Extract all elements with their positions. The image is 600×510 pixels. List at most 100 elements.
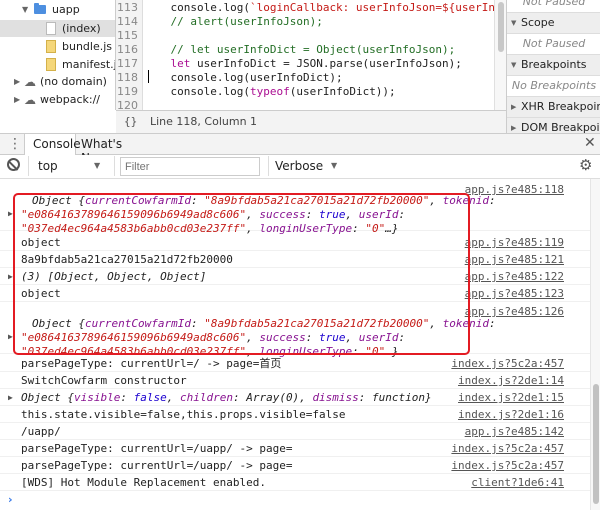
- xhr-breakpoints-section-header[interactable]: ▶ XHR Breakpoints: [507, 97, 600, 118]
- js-file-icon: [46, 58, 56, 71]
- log-level-label: Verbose: [275, 159, 324, 173]
- tree-item-manifest[interactable]: manifest.json: [0, 56, 115, 73]
- code-line[interactable]: console.log(`loginCallback: userInfoJson…: [144, 1, 494, 15]
- console-message[interactable]: parsePageType: currentUrl=/ -> page=首页 i…: [0, 355, 590, 372]
- drawer-tab-bar: ⋮ Console What's New ✕: [0, 133, 600, 165]
- expand-arrow-icon[interactable]: ▶: [8, 209, 13, 218]
- console-message[interactable]: parsePageType: currentUrl=/uapp/ -> page…: [0, 440, 590, 457]
- console-message[interactable]: 8a9bfdab5a21ca27015a21d72fb20000 app.js?…: [0, 251, 590, 268]
- line-number[interactable]: 117: [117, 57, 138, 71]
- source-link[interactable]: index.js?2de1:16: [458, 407, 564, 422]
- tree-item-label: manifest.json: [62, 58, 115, 71]
- console-scrollbar[interactable]: [590, 179, 600, 510]
- tree-item-label: bundle.js: [62, 40, 113, 53]
- code-line[interactable]: console.log(typeof(userInfoDict));: [144, 85, 395, 99]
- code-line[interactable]: [144, 29, 151, 43]
- cloud-icon: ☁: [24, 93, 36, 107]
- cursor-position-label: Line 118, Column 1: [150, 115, 258, 128]
- source-link[interactable]: index.js?2de1:15: [458, 390, 564, 405]
- line-number[interactable]: 113: [117, 1, 138, 15]
- close-drawer-icon[interactable]: ✕: [584, 135, 596, 151]
- dropdown-arrow-icon: ▼: [94, 161, 101, 170]
- tab-console[interactable]: Console: [24, 134, 81, 155]
- scope-status: Not Paused: [507, 34, 600, 55]
- line-number[interactable]: 116: [117, 43, 138, 57]
- console-message-array[interactable]: ▶ (3) [Object, Object, Object] app.js?e4…: [0, 268, 590, 285]
- console-prompt[interactable]: ›: [0, 492, 590, 509]
- source-link[interactable]: app.js?e485:123: [465, 286, 564, 301]
- console-output[interactable]: app.js?e485:118 ▶ Object {currentCowfarm…: [0, 179, 590, 510]
- console-message[interactable]: [WDS] Hot Module Replacement enabled. cl…: [0, 474, 590, 491]
- context-selector[interactable]: top ▼: [33, 157, 108, 176]
- collapse-arrow-icon: ▶: [511, 124, 517, 132]
- tree-item-no-domain[interactable]: ▶ ☁ (no domain): [0, 73, 115, 90]
- console-message[interactable]: object app.js?e485:119: [0, 234, 590, 251]
- tab-whats-new[interactable]: What's New: [77, 134, 141, 165]
- code-editor[interactable]: console.log(`loginCallback: userInfoJson…: [144, 0, 494, 110]
- filter-input[interactable]: [120, 157, 260, 176]
- js-file-icon: [46, 40, 56, 53]
- log-text: Object {visible: false, children: Array(…: [21, 391, 432, 404]
- object-preview-line: Object {currentCowfarmId: "8a9bfdab5a21c…: [32, 317, 496, 330]
- dom-breakpoints-section-header[interactable]: ▶ DOM Breakpoints: [507, 118, 600, 133]
- tree-item-label: (no domain): [40, 75, 107, 88]
- line-number[interactable]: 119: [117, 85, 138, 99]
- scope-section-header[interactable]: ▼ Scope: [507, 13, 600, 34]
- code-line[interactable]: // let userInfoDict = Object(userInfoJso…: [144, 43, 456, 57]
- editor-status-bar: {} Line 118, Column 1: [116, 110, 506, 133]
- console-message[interactable]: /uapp/ app.js?e485:142: [0, 423, 590, 440]
- log-level-selector[interactable]: Verbose ▼: [272, 157, 347, 176]
- tree-item-webpack[interactable]: ▶ ☁ webpack://: [0, 91, 115, 108]
- console-message[interactable]: this.state.visible=false,this.props.visi…: [0, 406, 590, 423]
- tree-item-uapp[interactable]: ▼ uapp: [0, 1, 115, 18]
- clear-console-icon[interactable]: [7, 158, 20, 171]
- log-text: (3) [Object, Object, Object]: [21, 270, 207, 283]
- collapsed-arrow-icon[interactable]: ▶: [14, 73, 20, 90]
- source-link[interactable]: index.js?5c2a:457: [451, 356, 564, 371]
- collapsed-arrow-icon[interactable]: ▶: [14, 91, 20, 108]
- tree-item-label: uapp: [52, 3, 80, 16]
- log-text: parsePageType: currentUrl=/ -> page=首页: [21, 357, 282, 370]
- expanded-arrow-icon[interactable]: ▼: [22, 1, 28, 18]
- console-message-object[interactable]: app.js?e485:126 ▶ Object {currentCowfarm…: [0, 302, 590, 358]
- line-number-gutter[interactable]: 113 114 115 116 117 118 119 120: [116, 0, 143, 112]
- expand-arrow-icon[interactable]: ▶: [8, 272, 13, 281]
- source-link[interactable]: index.js?5c2a:457: [451, 441, 564, 456]
- code-line[interactable]: console.log(userInfoDict);: [144, 71, 342, 85]
- cloud-icon: ☁: [24, 75, 36, 89]
- object-preview-line: "e0864163789646159096b6949ad8c606", succ…: [21, 208, 406, 221]
- expand-arrow-icon[interactable]: ▶: [8, 332, 13, 341]
- file-tree: ▼ uapp (index) bundle.js manifest.json ▶…: [0, 0, 116, 110]
- scrollbar-thumb[interactable]: [593, 384, 599, 504]
- tree-item-bundle[interactable]: bundle.js: [0, 38, 115, 55]
- source-link[interactable]: index.js?5c2a:457: [451, 458, 564, 473]
- settings-gear-icon[interactable]: ⚙: [579, 156, 592, 174]
- source-link[interactable]: index.js?2de1:14: [458, 373, 564, 388]
- source-link[interactable]: app.js?e485:142: [465, 424, 564, 439]
- code-line[interactable]: let userInfoDict = JSON.parse(userInfoJs…: [144, 57, 462, 71]
- source-link[interactable]: app.js?e485:119: [465, 235, 564, 250]
- console-message[interactable]: SwitchCowfarm constructor index.js?2de1:…: [0, 372, 590, 389]
- code-line[interactable]: [144, 99, 151, 110]
- breakpoints-section-header[interactable]: ▼ Breakpoints: [507, 55, 600, 76]
- line-number[interactable]: 118: [117, 71, 138, 85]
- expand-arrow-icon[interactable]: ▶: [8, 393, 13, 402]
- tree-item-index[interactable]: (index): [0, 20, 115, 37]
- drawer-menu-icon[interactable]: ⋮: [8, 136, 22, 152]
- source-link[interactable]: client?1de6:41: [471, 475, 564, 490]
- line-number[interactable]: 114: [117, 15, 138, 29]
- editor-scrollbar[interactable]: [494, 0, 506, 110]
- console-message-object[interactable]: app.js?e485:118 ▶ Object {currentCowfarm…: [0, 179, 590, 235]
- log-text: 8a9bfdab5a21ca27015a21d72fb20000: [21, 253, 233, 266]
- pretty-print-button[interactable]: {}: [124, 115, 137, 128]
- source-link[interactable]: app.js?e485:121: [465, 252, 564, 267]
- scrollbar-thumb[interactable]: [498, 2, 504, 52]
- console-message[interactable]: object app.js?e485:123: [0, 285, 590, 302]
- console-message-object[interactable]: ▶ Object {visible: false, children: Arra…: [0, 389, 590, 406]
- console-message[interactable]: parsePageType: currentUrl=/uapp/ -> page…: [0, 457, 590, 474]
- source-link[interactable]: app.js?e485:122: [465, 269, 564, 284]
- file-icon: [46, 22, 56, 35]
- code-line[interactable]: // alert(userInfoJson);: [144, 15, 323, 29]
- line-number[interactable]: 115: [117, 29, 138, 43]
- log-text: object: [21, 236, 61, 249]
